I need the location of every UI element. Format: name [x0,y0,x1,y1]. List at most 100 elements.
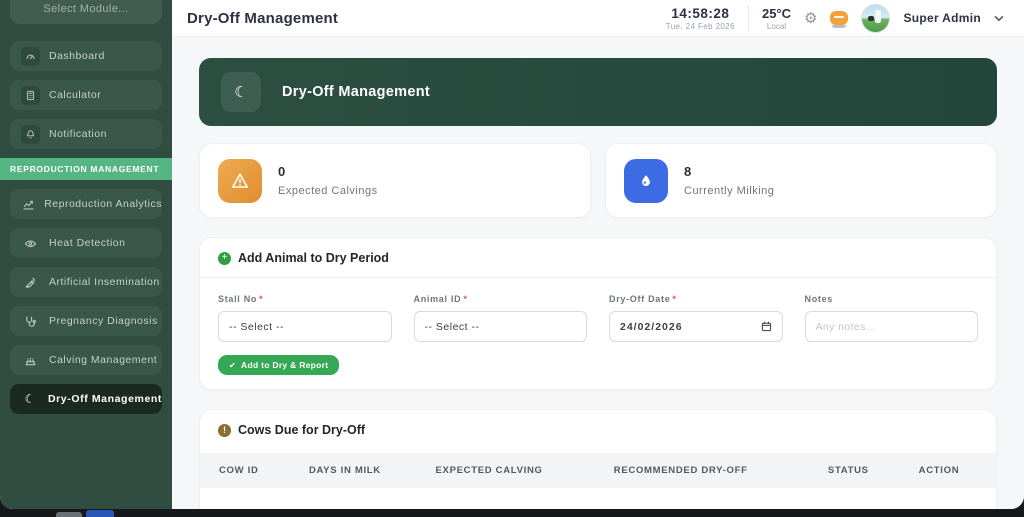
main-area: Dry-Off Management 14:58:28 Tue, 24 Feb … [172,0,1024,509]
animal-id-value: -- Select -- [424,320,480,333]
sidebar-reproduction-nav: Reproduction Analytics Heat Detection Ar… [0,189,172,414]
user-menu-label[interactable]: Super Admin [903,11,981,25]
stall-no-value: -- Select -- [229,320,285,333]
dock-item-peek [56,512,82,517]
column-header-action: ACTION [918,464,960,476]
moon-icon: ☾ [221,72,261,112]
temperature-label: Local [766,21,787,31]
column-header-recommended-dry-off: RECOMMENDED DRY-OFF [613,464,748,476]
sidebar-item-label: Dry-Off Management [47,393,162,405]
cows-due-title: Cows Due for Dry-Off [238,423,366,437]
stat-value: 8 [684,164,692,179]
column-header-cow-id: COW ID [219,464,259,476]
alert-circle-icon: ! [218,423,231,437]
column-header-days-in-milk: DAYS IN MILK [308,464,381,476]
sidebar-item-label: Artificial Insemination [49,276,160,288]
chat-notification-icon[interactable] [830,11,849,28]
plus-circle-icon: + [218,251,231,265]
dry-off-date-input[interactable]: 24/02/2026 [609,311,783,342]
sidebar-item-reproduction-analytics[interactable]: Reproduction Analytics [10,189,162,219]
sidebar-item-label: Dashboard [49,50,105,62]
add-animal-title: Add Animal to Dry Period [238,251,389,265]
sidebar-item-dry-off-management[interactable]: ☾ Dry-Off Management [10,384,162,414]
animal-id-field: Animal ID * -- Select -- [413,294,587,342]
sidebar-item-calculator[interactable]: Calculator [10,80,162,110]
farm-logo-avatar[interactable] [861,3,891,33]
dry-off-date-value: 24/02/2026 [620,320,683,333]
add-to-dry-report-button[interactable]: ✔ Add to Dry & Report [218,355,340,375]
sidebar-section-header: REPRODUCTION MANAGEMENT [0,158,172,180]
notes-input[interactable] [815,320,967,333]
sidebar-item-label: Calculator [49,89,102,101]
sidebar-item-label: Pregnancy Diagnosis [49,315,158,327]
stall-no-label: Stall No * [218,294,264,304]
topbar-right: 14:58:28 Tue, 24 Feb 2026 25°C Local ⚙ S… [666,3,1004,33]
sidebar: Select Module... Dashboard Calculator No… [0,0,172,509]
dry-off-date-field: Dry-Off Date * 24/02/2026 [609,294,783,342]
chevron-down-icon[interactable] [994,15,1004,22]
cows-due-table-body [200,487,996,509]
clock: 14:58:28 Tue, 24 Feb 2026 [666,6,735,31]
add-animal-card-header: + Add Animal to Dry Period [200,238,996,278]
module-select-label: Select Module... [43,2,129,15]
dock-item-peek [86,510,114,517]
sidebar-main-nav: Dashboard Calculator Notification [0,41,172,149]
clock-date: Tue, 24 Feb 2026 [665,21,735,31]
moon-icon: ☾ [24,392,36,406]
divider [747,5,749,31]
animal-id-label: Animal ID * [413,294,468,304]
warning-triangle-icon [218,158,262,203]
sidebar-item-calving-management[interactable]: Calving Management [10,345,162,375]
gauge-icon [21,46,40,66]
module-select-dropdown[interactable]: Select Module... [10,0,162,24]
sidebar-item-notification[interactable]: Notification [10,119,162,149]
calculator-icon [21,85,40,105]
sidebar-item-label: Calving Management [49,354,158,366]
sidebar-item-label: Reproduction Analytics [44,198,162,210]
stall-no-select[interactable]: -- Select -- [218,311,392,342]
sidebar-item-heat-detection[interactable]: Heat Detection [10,228,162,258]
notes-label: Notes [804,294,834,304]
sidebar-item-dashboard[interactable]: Dashboard [10,41,162,71]
calendar-icon[interactable] [761,321,772,332]
sidebar-item-label: Heat Detection [49,237,126,249]
page-title: Dry-Off Management [187,9,339,27]
syringe-icon [21,276,40,289]
chart-line-icon [21,198,35,211]
stats-row: 0 Expected Calvings 8 Currently Milking [199,143,997,218]
sidebar-item-label: Notification [49,128,107,140]
stethoscope-icon [21,315,40,328]
app-window: Select Module... Dashboard Calculator No… [0,0,1024,509]
cows-due-card-header: ! Cows Due for Dry-Off [200,410,996,443]
notes-field: Notes [804,294,978,342]
settings-gear-icon[interactable]: ⚙ [804,10,817,26]
page-banner: ☾ Dry-Off Management [199,58,997,126]
eye-icon [21,237,40,250]
banner-title: Dry-Off Management [282,84,430,100]
notes-input-wrap [804,311,978,342]
stat-card-currently-milking: 8 Currently Milking [605,143,997,218]
cows-due-card: ! Cows Due for Dry-Off COW ID DAYS IN MI… [199,409,997,509]
weather: 25°C Local [762,6,791,31]
column-header-status: STATUS [827,464,869,476]
calving-icon [21,354,40,367]
page-content: ☾ Dry-Off Management 0 Expected Calvings [172,37,1024,509]
add-to-dry-report-label: Add to Dry & Report [241,360,329,370]
stat-card-expected-calvings: 0 Expected Calvings [199,143,591,218]
stat-value: 0 [278,164,286,179]
sidebar-item-pregnancy-diagnosis[interactable]: Pregnancy Diagnosis [10,306,162,336]
clock-time: 14:58:28 [671,5,730,21]
add-animal-form: Stall No * -- Select -- Animal ID * -- S… [200,278,996,389]
column-header-expected-calving: EXPECTED CALVING [435,464,543,476]
animal-id-select[interactable]: -- Select -- [413,311,587,342]
dry-off-date-label: Dry-Off Date * [609,294,677,304]
sidebar-item-artificial-insemination[interactable]: Artificial Insemination [10,267,162,297]
screen: Select Module... Dashboard Calculator No… [0,0,1024,517]
milk-droplet-icon [624,158,668,203]
add-animal-card: + Add Animal to Dry Period Stall No * -- … [199,237,997,390]
topbar: Dry-Off Management 14:58:28 Tue, 24 Feb … [172,0,1024,37]
temperature: 25°C [761,5,792,21]
check-icon: ✔ [229,360,237,370]
cows-due-table-header: COW ID DAYS IN MILK EXPECTED CALVING REC… [200,453,996,487]
stall-no-field: Stall No * -- Select -- [218,294,392,342]
